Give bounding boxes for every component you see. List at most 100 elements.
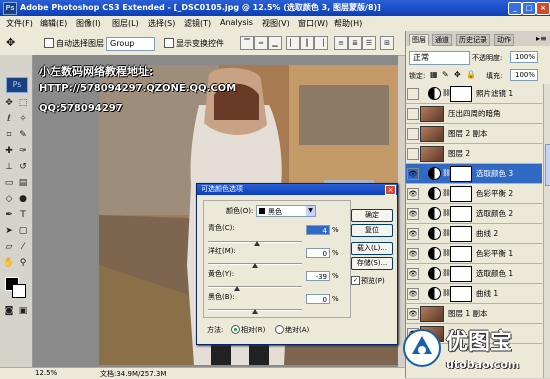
show-transform-checkbox[interactable]: [164, 38, 174, 48]
black-slider-thumb[interactable]: [252, 309, 258, 314]
align-vcenter-icon[interactable]: ═: [254, 36, 268, 50]
menu-help[interactable]: 帮助(H): [334, 18, 362, 29]
layer-row[interactable]: 👁 ⛓ 选取颜色 2: [406, 204, 542, 224]
visibility-eye-icon[interactable]: 👁: [407, 268, 419, 280]
crop-tool-icon[interactable]: ⌗: [3, 129, 15, 141]
eraser-tool-icon[interactable]: ▭: [3, 177, 15, 189]
lock-all-icon[interactable]: 🔒: [466, 70, 476, 79]
distribute-top-icon[interactable]: ≡: [334, 36, 348, 50]
move-tool-icon[interactable]: ✥: [6, 36, 15, 49]
maximize-button[interactable]: □: [522, 2, 536, 15]
layer-row[interactable]: 👁 ⛓ 选取颜色 1: [406, 264, 542, 284]
cyan-input[interactable]: 4: [306, 225, 330, 235]
magic-wand-icon[interactable]: ✧: [17, 113, 29, 125]
hand-tool-icon[interactable]: ✋: [3, 257, 15, 269]
menu-analysis[interactable]: Analysis: [220, 18, 253, 27]
marquee-tool-icon[interactable]: ⬚: [17, 97, 29, 109]
absolute-radio[interactable]: [275, 325, 284, 334]
layer-mask-thumbnail[interactable]: [450, 266, 472, 282]
dialog-close-icon[interactable]: ×: [385, 185, 396, 195]
color-select[interactable]: 黑色 ▼: [256, 205, 316, 217]
layer-row[interactable]: 👁 ⛓ 选取颜色 3: [406, 164, 542, 184]
pen-tool-icon[interactable]: ✒: [3, 209, 15, 221]
notes-tool-icon[interactable]: ▱: [3, 241, 15, 253]
opacity-input[interactable]: 100%: [510, 51, 538, 63]
eyedropper-tool-icon[interactable]: ⁄: [17, 241, 29, 253]
move-tool-icon[interactable]: ✥: [3, 97, 15, 109]
history-brush-icon[interactable]: ↺: [17, 161, 29, 173]
magenta-slider-thumb[interactable]: [252, 263, 258, 268]
heal-tool-icon[interactable]: ✚: [3, 145, 15, 157]
visibility-eye-icon[interactable]: 👁: [407, 208, 419, 220]
lock-position-icon[interactable]: ✥: [454, 70, 461, 79]
fill-input[interactable]: 100%: [510, 69, 538, 81]
visibility-eye-icon[interactable]: 👁: [407, 168, 419, 180]
menu-edit[interactable]: 编辑(E): [40, 18, 67, 29]
zoom-level[interactable]: 12.5%: [35, 369, 57, 377]
layer-row[interactable]: ⛓ 照片滤镜 1: [406, 84, 542, 104]
auto-select-checkbox[interactable]: [44, 38, 54, 48]
menu-select[interactable]: 选择(S): [148, 18, 175, 29]
yellow-input[interactable]: -39: [306, 271, 330, 281]
ok-button[interactable]: 确定: [351, 209, 393, 222]
load-button[interactable]: 载入(L)...: [351, 242, 393, 255]
tab-history[interactable]: 历史记录: [456, 34, 490, 46]
tab-layers[interactable]: 图层: [409, 34, 429, 46]
cyan-slider-thumb[interactable]: [253, 241, 260, 246]
panel-menu-icon[interactable]: ▸≡: [536, 34, 547, 43]
minimize-button[interactable]: _: [508, 2, 522, 15]
layer-row[interactable]: 图层 2 副本: [406, 124, 542, 144]
background-color-swatch[interactable]: [12, 284, 26, 298]
layer-row[interactable]: 图层 2: [406, 144, 542, 164]
distribute-center-icon[interactable]: ≣: [348, 36, 362, 50]
visibility-eye-icon[interactable]: 👁: [407, 288, 419, 300]
shape-tool-icon[interactable]: ▢: [17, 225, 29, 237]
layer-mask-thumbnail[interactable]: [450, 206, 472, 222]
scrollbar-thumb[interactable]: [545, 144, 550, 186]
menu-filter[interactable]: 滤镜(T): [184, 18, 211, 29]
layer-mask-thumbnail[interactable]: [450, 286, 472, 302]
layer-row[interactable]: 👁 ⛓ 色彩平衡 1: [406, 244, 542, 264]
save-button[interactable]: 存储(S)...: [351, 257, 393, 270]
menu-view[interactable]: 视图(V): [262, 18, 290, 29]
align-top-icon[interactable]: ▔: [240, 36, 254, 50]
menu-image[interactable]: 图像(I): [76, 18, 101, 29]
menu-layer[interactable]: 图层(L): [112, 18, 139, 29]
layer-mask-thumbnail[interactable]: [450, 86, 472, 102]
preview-checkbox[interactable]: ✓: [351, 276, 360, 285]
brush-tool-icon[interactable]: ✑: [17, 145, 29, 157]
visibility-eye-icon[interactable]: 👁: [407, 248, 419, 260]
layer-row[interactable]: 👁 ⛓ 曲线 1: [406, 284, 542, 304]
menu-file[interactable]: 文件(F): [6, 18, 33, 29]
auto-align-icon[interactable]: ⊞: [380, 36, 394, 50]
visibility-eye-icon[interactable]: 👁: [407, 188, 419, 200]
visibility-eye-icon[interactable]: [407, 88, 419, 100]
layer-thumbnail[interactable]: [420, 146, 444, 162]
path-select-icon[interactable]: ➤: [3, 225, 15, 237]
relative-radio[interactable]: [231, 325, 240, 334]
align-left-icon[interactable]: ▏: [286, 36, 300, 50]
layer-mask-thumbnail[interactable]: [450, 186, 472, 202]
layer-thumbnail[interactable]: [420, 106, 444, 122]
layer-mask-thumbnail[interactable]: [450, 226, 472, 242]
blend-mode-select[interactable]: 正常: [409, 51, 470, 65]
zoom-tool-icon[interactable]: ⚲: [17, 257, 29, 269]
yellow-slider-thumb[interactable]: [233, 286, 240, 291]
menu-window[interactable]: 窗口(W): [298, 18, 328, 29]
layer-thumbnail[interactable]: [420, 126, 444, 142]
slice-tool-icon[interactable]: ✎: [17, 129, 29, 141]
visibility-eye-icon[interactable]: [407, 148, 419, 160]
stamp-tool-icon[interactable]: ⊥: [3, 161, 15, 173]
reset-button[interactable]: 复位: [351, 224, 393, 237]
lock-pixels-icon[interactable]: ✎: [442, 70, 449, 79]
visibility-eye-icon[interactable]: [407, 128, 419, 140]
visibility-eye-icon[interactable]: 👁: [407, 228, 419, 240]
lasso-tool-icon[interactable]: ℓ: [3, 113, 15, 125]
lock-transparent-icon[interactable]: ▦: [430, 70, 438, 79]
auto-select-dropdown[interactable]: Group: [106, 37, 155, 51]
blur-tool-icon[interactable]: ◇: [3, 193, 15, 205]
distribute-bottom-icon[interactable]: ☰: [362, 36, 376, 50]
align-hcenter-icon[interactable]: ║: [300, 36, 314, 50]
layer-row[interactable]: 压出四周的暗角: [406, 104, 542, 124]
layer-row[interactable]: 👁 ⛓ 色彩平衡 2: [406, 184, 542, 204]
